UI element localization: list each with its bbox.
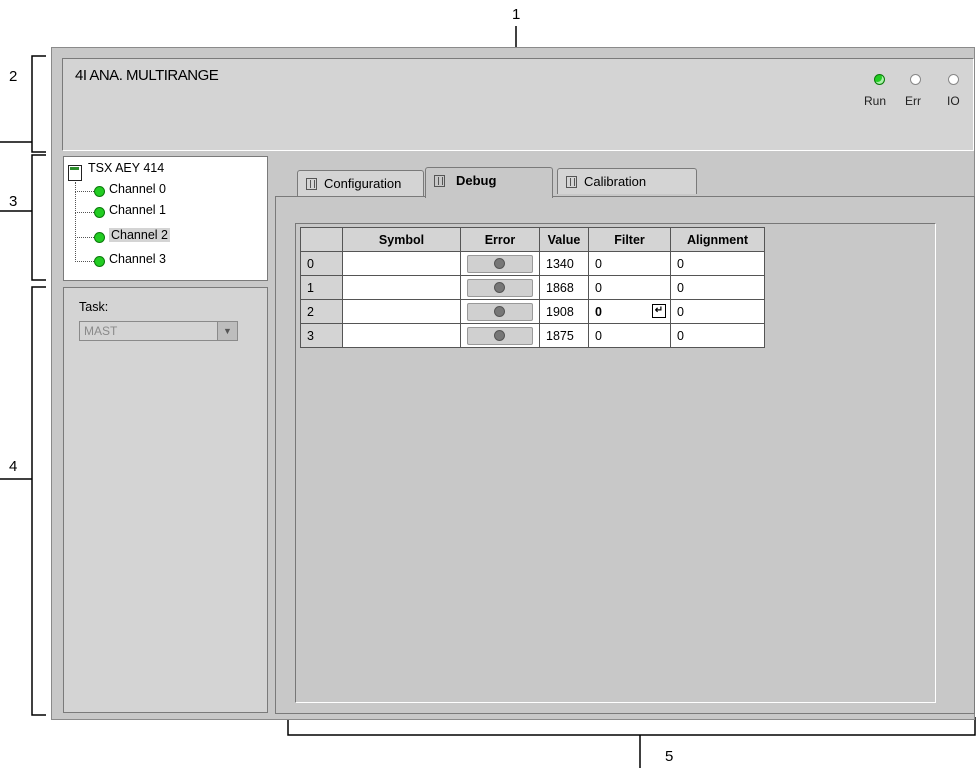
tab-debug[interactable]: Debug [425,167,553,198]
callout-3-bracket [0,154,46,281]
configuration-tab-icon [306,178,317,190]
task-select[interactable]: MAST ▼ [79,321,238,341]
task-select-value: MAST [84,324,118,338]
tree-channel-0[interactable]: Channel 0 [109,182,166,196]
io-label: IO [947,94,960,108]
row-number: 2 [300,299,343,324]
value-cell: 1340 [539,251,589,276]
tab-configuration-label: Configuration [324,176,402,191]
channel-1-status-icon [94,207,105,218]
error-cell [460,299,540,324]
task-label: Task: [79,300,109,314]
error-button[interactable] [467,326,533,345]
tree-connector [75,212,94,238]
tab-configuration[interactable]: Configuration [297,170,424,196]
module-header: 4I ANA. MULTIRANGE Run Err IO [62,58,974,151]
symbol-cell[interactable] [342,323,461,348]
callout-1: 1 [512,6,521,23]
filter-edit-value[interactable]: 0 [595,305,602,319]
alignment-cell[interactable]: 0 [670,251,765,276]
filter-cell[interactable]: 0 [588,251,671,276]
column-header-symbol: Symbol [342,227,461,252]
column-header-value: Value [539,227,589,252]
error-cell [460,275,540,300]
run-led [874,74,885,85]
channel-3-status-icon [94,256,105,267]
filter-cell-editing[interactable]: 0 ↵ [588,299,671,324]
module-title: 4I ANA. MULTIRANGE [75,67,219,84]
corner-cell [300,227,343,252]
symbol-cell[interactable] [342,251,461,276]
task-panel: Task: MAST ▼ [63,287,268,713]
table-row: 0 1340 0 0 [300,251,765,276]
module-icon [68,165,82,181]
error-cell [460,323,540,348]
tree-channel-2[interactable]: Channel 2 [109,228,170,242]
callout-2-bracket [0,55,46,153]
debug-tab-icon [434,175,445,187]
column-header-alignment: Alignment [670,227,765,252]
table-row: 3 1875 0 0 [300,323,765,348]
table-row: 2 1908 0 ↵ 0 [300,299,765,324]
channel-tree: TSX AEY 414 Channel 0 Channel 1 Channel … [63,156,268,281]
alignment-cell[interactable]: 0 [670,299,765,324]
run-label: Run [864,94,887,108]
tab-calibration-label: Calibration [584,174,647,189]
error-indicator-icon [494,329,505,341]
tree-connector [75,191,94,213]
value-cell: 1908 [539,299,589,324]
row-number: 3 [300,323,343,348]
tab-debug-label: Debug [456,173,497,188]
error-indicator-icon [494,305,505,317]
alignment-cell[interactable]: 0 [670,275,765,300]
channel-2-status-icon [94,232,105,243]
alignment-cell[interactable]: 0 [670,323,765,348]
error-cell [460,251,540,276]
chevron-down-icon[interactable]: ▼ [217,322,237,340]
value-cell: 1875 [539,323,589,348]
callout-4-bracket [0,286,46,716]
column-header-filter: Filter [588,227,671,252]
tree-channel-3[interactable]: Channel 3 [109,252,166,266]
filter-cell[interactable]: 0 [588,323,671,348]
tree-root-label[interactable]: TSX AEY 414 [88,161,164,175]
error-button[interactable] [467,254,533,273]
callout-5-bracket [287,717,976,768]
row-number: 0 [300,251,343,276]
value-cell: 1868 [539,275,589,300]
error-indicator-icon [494,257,505,269]
error-indicator-icon [494,281,505,293]
io-led [948,74,959,85]
error-button[interactable] [467,302,533,321]
tree-connector [75,237,94,262]
calibration-tab-icon [566,176,577,188]
enter-icon[interactable]: ↵ [652,304,666,318]
debug-table: Symbol Error Value Filter Alignment 0 13… [300,227,765,348]
err-led [910,74,921,85]
column-header-error: Error [460,227,540,252]
tab-calibration[interactable]: Calibration [557,168,697,194]
symbol-cell[interactable] [342,275,461,300]
row-number: 1 [300,275,343,300]
err-label: Err [905,94,921,108]
symbol-cell[interactable] [342,299,461,324]
error-button[interactable] [467,278,533,297]
channel-0-status-icon [94,186,105,197]
filter-cell[interactable]: 0 [588,275,671,300]
table-row: 1 1868 0 0 [300,275,765,300]
tree-channel-1[interactable]: Channel 1 [109,203,166,217]
